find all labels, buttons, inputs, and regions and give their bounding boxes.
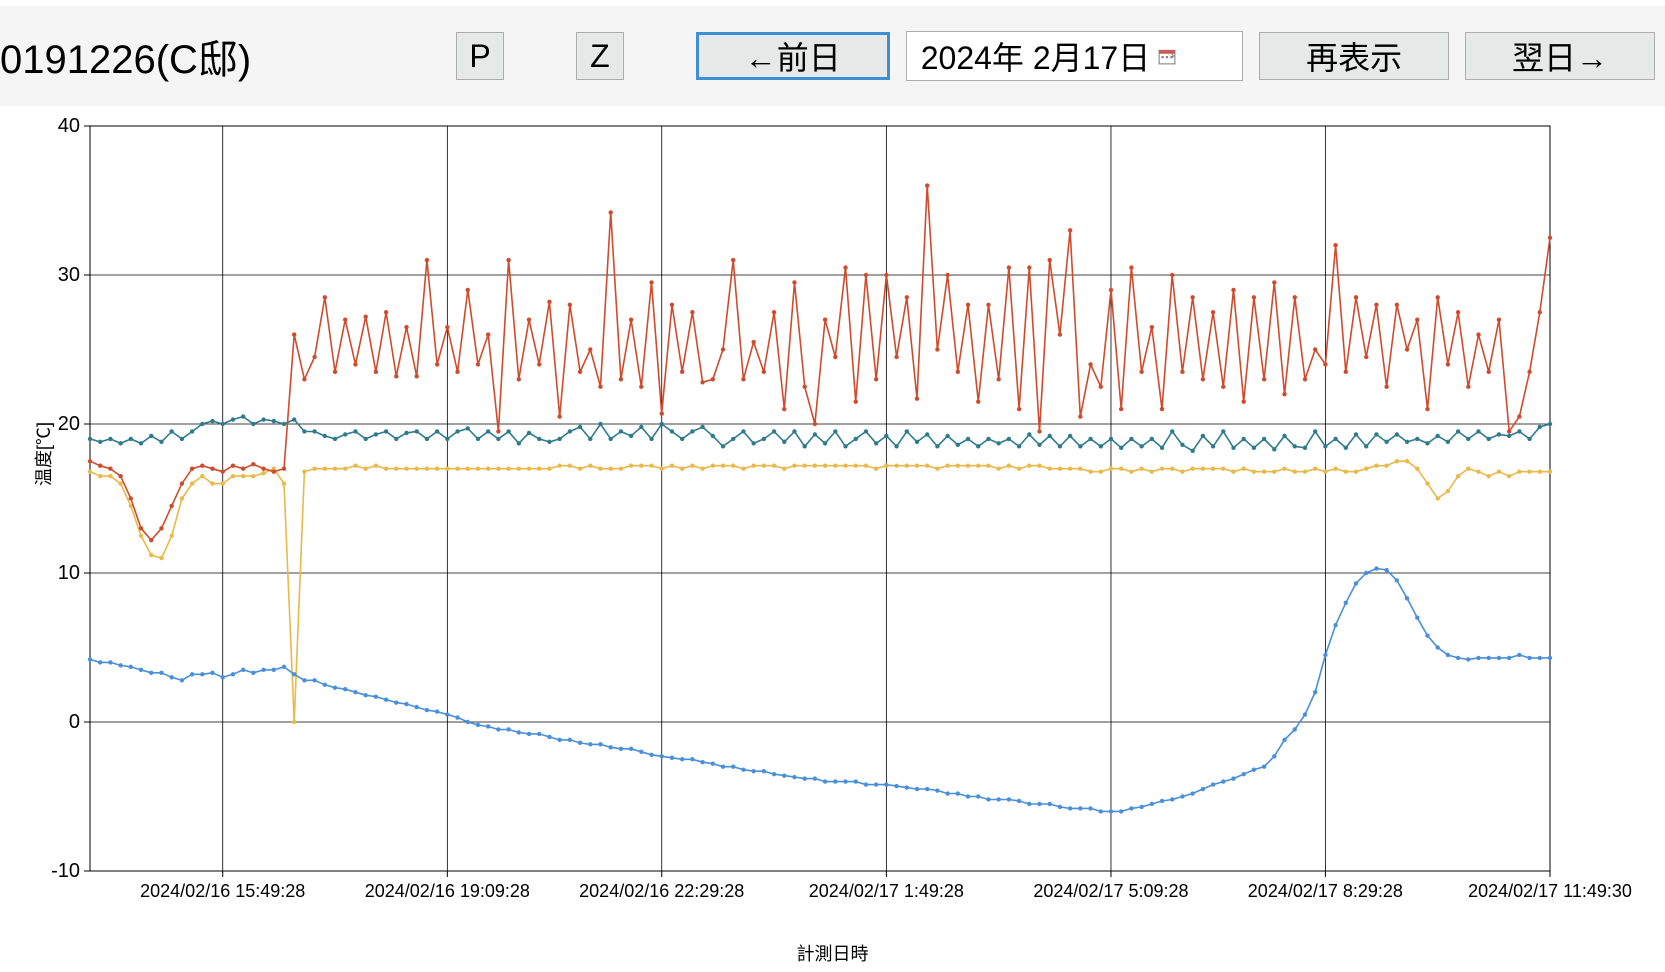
date-picker[interactable]: 2024年 2月17日 [906, 31, 1243, 81]
toolbar: 0191226(C邸) P Z ←前日 2024年 2月17日 再表示 翌日→ [0, 0, 1665, 106]
mode-p-button[interactable]: P [456, 32, 504, 80]
svg-text:2024/02/16 19:09:28: 2024/02/16 19:09:28 [365, 881, 530, 901]
svg-text:20: 20 [58, 413, 80, 435]
svg-text:2024/02/17 8:29:28: 2024/02/17 8:29:28 [1248, 881, 1403, 901]
y-axis-label: 温度[℃] [30, 422, 56, 486]
x-axis-label: 計測日時 [0, 940, 1665, 966]
temperature-chart: -10 0 10 20 30 40 2024/02/16 15:49:28 2024/02/1… [0, 106, 1665, 966]
svg-text:2024/02/17 5:09:28: 2024/02/17 5:09:28 [1033, 881, 1188, 901]
svg-text:40: 40 [58, 115, 80, 137]
svg-text:2024/02/17 1:49:28: 2024/02/17 1:49:28 [809, 881, 964, 901]
page-title: 0191226(C邸) [0, 27, 440, 85]
svg-text:2024/02/16 15:49:28: 2024/02/16 15:49:28 [140, 881, 305, 901]
chart-canvas: -10 0 10 20 30 40 2024/02/16 15:49:28 2024/02/1… [0, 106, 1665, 936]
svg-text:30: 30 [58, 264, 80, 286]
svg-text:2024/02/17 11:49:30: 2024/02/17 11:49:30 [1468, 881, 1632, 901]
date-picker-value: 2024年 2月17日 [921, 33, 1150, 79]
svg-text:-10: -10 [51, 860, 80, 882]
svg-text:2024/02/16 22:29:28: 2024/02/16 22:29:28 [579, 881, 744, 901]
mode-z-button[interactable]: Z [576, 32, 624, 80]
refresh-button[interactable]: 再表示 [1259, 32, 1449, 80]
svg-text:0: 0 [69, 711, 80, 733]
prev-day-button[interactable]: ←前日 [696, 32, 890, 80]
calendar-icon [1158, 47, 1176, 65]
next-day-button[interactable]: 翌日→ [1465, 32, 1655, 80]
svg-text:10: 10 [58, 562, 80, 584]
